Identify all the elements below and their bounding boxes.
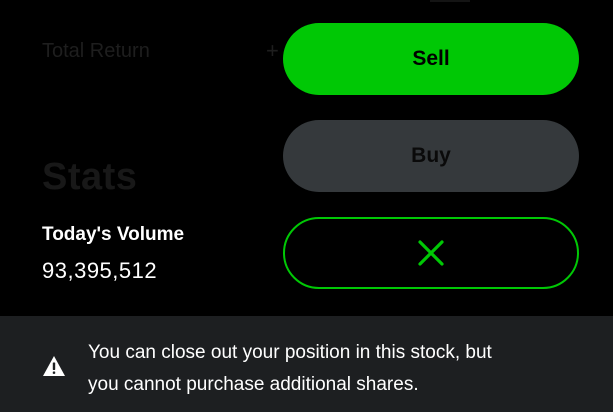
todays-volume-label: Today's Volume [42,224,185,245]
stats-heading: Stats [42,156,138,198]
stock-detail-screen: Total Return + Stats Today's Volume 93,3… [0,0,613,412]
position-notice-text: You can close out your position in this … [88,337,588,401]
background-divider [430,0,470,2]
buy-button[interactable]: Buy [283,120,579,192]
close-icon [418,240,444,266]
close-button[interactable] [283,217,579,289]
notice-line-2: you cannot purchase additional shares. [88,374,419,395]
total-return-value: + [266,38,279,63]
total-return-label: Total Return [42,40,150,62]
notice-line-1: You can close out your position in this … [88,342,492,363]
sell-button-label: Sell [412,47,450,70]
warning-icon [43,356,65,376]
todays-volume-value: 93,395,512 [42,258,158,283]
sell-button[interactable]: Sell [283,23,579,95]
buy-button-label: Buy [411,144,451,167]
